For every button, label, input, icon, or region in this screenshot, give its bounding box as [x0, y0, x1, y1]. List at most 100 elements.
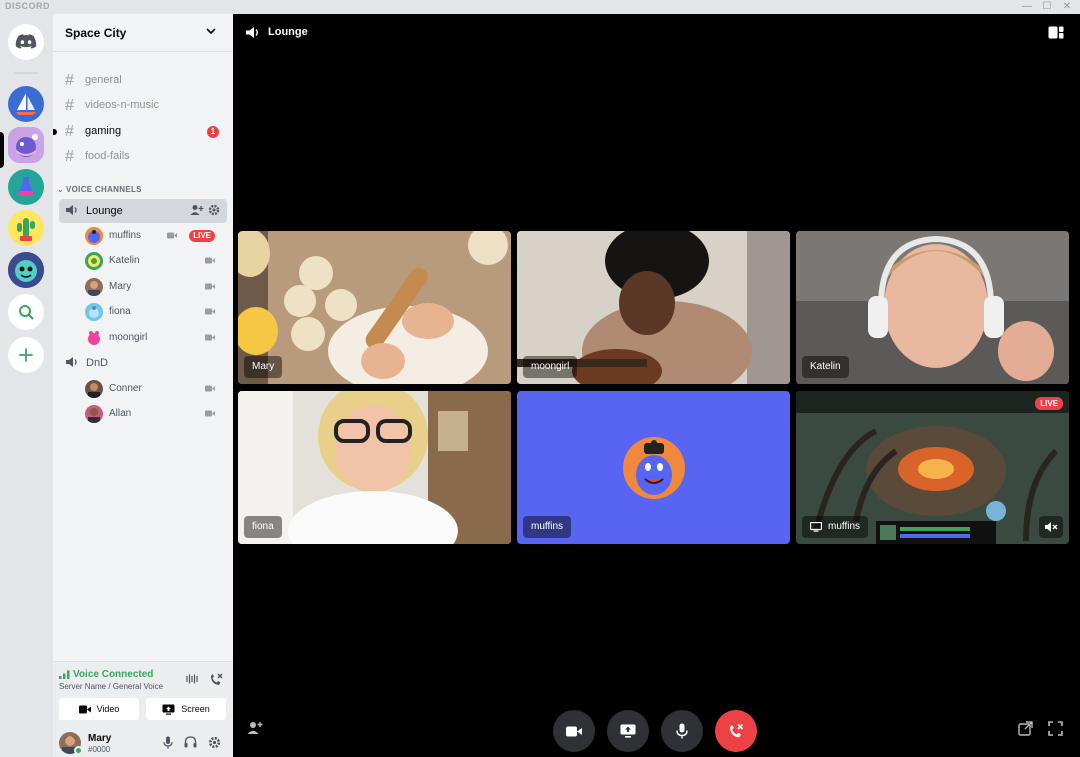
voice-connected-panel: Voice Connected Server Name / General Vo… — [53, 661, 233, 725]
gear-icon[interactable] — [208, 204, 220, 216]
video-button-label: Video — [96, 704, 120, 714]
call-channel-name: Lounge — [268, 26, 308, 38]
voice-member-mary[interactable]: Mary — [83, 276, 221, 298]
voice-member-moongirl[interactable]: moongirl — [83, 327, 221, 349]
channel-name: general — [85, 74, 122, 86]
voice-channel-name: DnD — [86, 357, 109, 369]
invite-to-call-icon[interactable] — [247, 721, 263, 735]
invite-member-icon[interactable] — [190, 204, 204, 216]
maximize-button[interactable]: ☐ — [1036, 0, 1058, 14]
rail-separator — [14, 72, 38, 74]
pop-out-icon[interactable] — [1018, 721, 1033, 736]
space-whale-icon — [8, 127, 44, 163]
video-tile-moongirl[interactable]: moongirl — [517, 231, 790, 384]
call-view: Lounge Mary moongirl Katelin fiona muffi… — [233, 14, 1080, 757]
screen-share-button[interactable]: Screen — [146, 698, 226, 720]
channel-gaming[interactable]: # gaming 1 — [53, 121, 227, 143]
video-camera-icon — [205, 257, 215, 264]
channel-videos-n-music[interactable]: # videos-n-music — [59, 95, 227, 117]
server-icon-space-city[interactable] — [8, 127, 44, 163]
member-name: Mary — [109, 281, 132, 292]
leave-call-button[interactable] — [715, 710, 757, 752]
channel-general[interactable]: # general — [59, 70, 227, 92]
voice-member-katelin[interactable]: Katelin — [83, 250, 221, 272]
toggle-microphone-button[interactable] — [661, 710, 703, 752]
channel-name: gaming — [85, 125, 122, 137]
hashtag-icon: # — [65, 72, 74, 89]
disconnect-call-icon[interactable] — [209, 673, 223, 686]
chevron-down-icon: ⌄ — [57, 185, 65, 194]
video-tile-fiona[interactable]: fiona — [238, 391, 511, 544]
voice-member-allan[interactable]: Allan — [83, 403, 221, 425]
voice-connected-status[interactable]: Voice Connected — [73, 669, 153, 680]
active-server-indicator — [0, 132, 4, 168]
cactus-icon — [17, 218, 35, 241]
voice-channel-dnd[interactable]: DnD — [59, 351, 227, 375]
video-button[interactable]: Video — [59, 698, 139, 720]
voice-connection-location[interactable]: Server Name / General Voice — [59, 682, 163, 691]
voice-channel-name: Lounge — [86, 205, 123, 217]
search-icon — [19, 305, 34, 320]
headphones-icon[interactable] — [184, 736, 197, 748]
gear-icon[interactable] — [208, 736, 221, 749]
microphone-icon[interactable] — [163, 736, 173, 749]
add-server-button[interactable] — [8, 337, 44, 373]
signal-strength-icon[interactable] — [59, 670, 70, 679]
disconnect-call-icon — [730, 723, 744, 738]
server-header[interactable]: Space City — [53, 14, 233, 52]
avatar — [85, 252, 103, 270]
speaker-icon — [246, 27, 258, 38]
home-button[interactable] — [8, 24, 44, 60]
participant-name: moongirl — [523, 356, 578, 378]
video-tile-muffins-stream[interactable]: LIVE muffins — [796, 391, 1069, 544]
speaker-icon — [66, 205, 77, 215]
title-bar: DISCORD — ☐ ✕ — [0, 0, 1080, 14]
category-label: VOICE CHANNELS — [66, 185, 142, 194]
avatar — [623, 437, 685, 499]
server-icon-sailboat[interactable] — [8, 86, 44, 122]
member-name: muffins — [109, 230, 142, 241]
channel-name: videos-n-music — [85, 99, 159, 111]
participant-name: muffins — [828, 521, 861, 532]
avatar — [85, 380, 103, 398]
video-tile-katelin[interactable]: Katelin — [796, 231, 1069, 384]
server-name: Space City — [65, 26, 127, 40]
screen-share-icon — [810, 522, 822, 532]
plus-icon — [19, 348, 33, 362]
participant-name: Katelin — [802, 356, 849, 378]
noise-suppression-icon[interactable] — [186, 673, 198, 685]
voice-member-fiona[interactable]: fiona — [83, 301, 221, 323]
unread-indicator — [53, 129, 57, 135]
video-camera-icon — [167, 232, 177, 239]
fullscreen-icon[interactable] — [1048, 721, 1063, 736]
screen-button-label: Screen — [181, 704, 210, 714]
online-status-indicator — [74, 746, 83, 755]
server-icon-creature[interactable] — [8, 252, 44, 288]
channel-food-fails[interactable]: # food-fails — [59, 146, 227, 168]
creature-icon — [8, 252, 44, 288]
participant-name: muffins — [523, 516, 572, 538]
video-tile-mary[interactable]: Mary — [238, 231, 511, 384]
hashtag-icon: # — [65, 97, 74, 114]
video-tile-muffins-avatar[interactable]: muffins — [517, 391, 790, 544]
layout-toggle-icon[interactable] — [1048, 26, 1064, 39]
toggle-camera-button[interactable] — [553, 710, 595, 752]
video-camera-icon — [205, 334, 215, 341]
voice-member-muffins[interactable]: muffins LIVE — [83, 225, 221, 247]
video-camera-icon — [205, 308, 215, 315]
stream-volume-button[interactable] — [1039, 516, 1063, 538]
channel-sidebar: Space City # general # videos-n-music # … — [53, 14, 233, 757]
chevron-down-icon — [206, 28, 216, 35]
avatar — [85, 303, 103, 321]
user-panel: Mary #0000 — [53, 725, 233, 757]
voice-channel-lounge[interactable]: Lounge — [59, 199, 227, 223]
toggle-screen-share-button[interactable] — [607, 710, 649, 752]
explore-servers-button[interactable] — [8, 294, 44, 330]
minimize-button[interactable]: — — [1016, 0, 1038, 14]
server-icon-potion[interactable] — [8, 169, 44, 205]
voice-member-conner[interactable]: Conner — [83, 378, 221, 400]
close-window-button[interactable]: ✕ — [1056, 0, 1078, 14]
username[interactable]: Mary — [88, 733, 111, 744]
server-icon-cactus[interactable] — [8, 210, 44, 246]
voice-channels-category[interactable]: ⌄ VOICE CHANNELS — [57, 185, 144, 194]
